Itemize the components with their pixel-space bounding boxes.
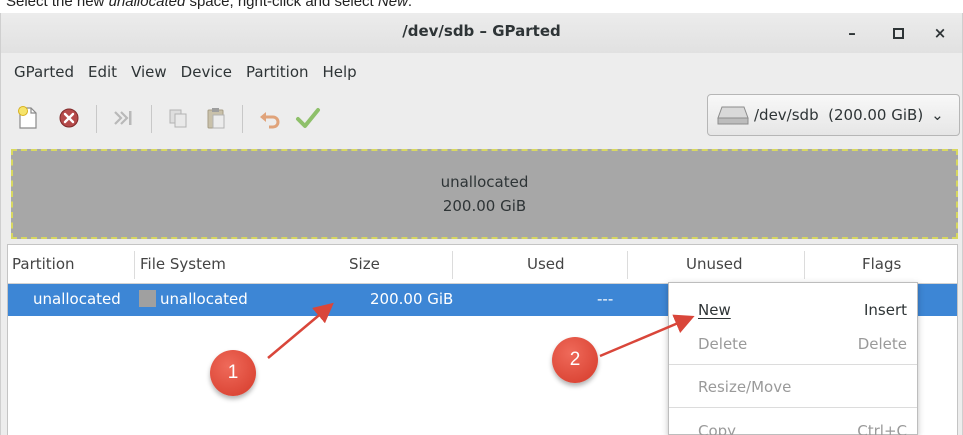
context-menu: New Insert Delete Delete Resize/Move Cop… — [668, 282, 918, 435]
callout-badge: 1 — [210, 350, 256, 396]
context-menu-item-resize-move[interactable]: Resize/Move — [669, 372, 917, 402]
column-header-file-system[interactable]: File System — [140, 255, 226, 273]
resize-move-button[interactable] — [107, 103, 137, 133]
delete-icon — [59, 108, 79, 128]
menu-item-label: Delete — [698, 335, 748, 353]
cell-size: 200.00 GiB — [370, 290, 454, 308]
resize-icon — [114, 111, 132, 125]
title-bar: /dev/sdb – GParted – × — [1, 13, 962, 53]
context-menu-item-new[interactable]: New Insert — [669, 295, 917, 325]
menu-item-shortcut: Insert — [863, 301, 907, 319]
toolbar-separator — [242, 105, 243, 133]
menu-item-shortcut: Ctrl+C — [857, 422, 907, 435]
chevron-down-icon: ⌄ — [931, 106, 944, 124]
column-header-unused[interactable]: Unused — [686, 255, 743, 273]
filesystem-color-swatch — [139, 290, 156, 307]
menu-separator — [669, 364, 917, 365]
column-separator — [452, 251, 453, 279]
menu-item-label: New — [698, 301, 731, 319]
disk-map-unallocated[interactable]: unallocated 200.00 GiB — [11, 149, 958, 239]
column-header-partition[interactable]: Partition — [12, 255, 75, 273]
disk-map-label: unallocated — [440, 173, 529, 191]
column-separator — [627, 251, 628, 279]
paste-button[interactable] — [201, 103, 231, 133]
new-icon — [18, 106, 37, 129]
device-selector[interactable]: /dev/sdb (200.00 GiB) ⌄ — [707, 94, 960, 136]
menu-item-shortcut: Delete — [857, 335, 907, 353]
menu-view[interactable]: View — [124, 57, 174, 87]
caption-emphasis: New — [377, 0, 408, 10]
callout-badge: 2 — [552, 337, 598, 383]
menu-device[interactable]: Device — [174, 57, 239, 87]
apply-button[interactable] — [293, 103, 323, 133]
partition-list-header: Partition File System Size Used Unused F… — [8, 245, 957, 284]
column-header-used[interactable]: Used — [527, 255, 565, 273]
menu-separator — [669, 407, 917, 408]
menu-help[interactable]: Help — [316, 57, 364, 87]
disk-map-size: 200.00 GiB — [442, 197, 527, 215]
menu-gparted[interactable]: GParted — [7, 57, 81, 87]
copy-icon — [169, 109, 187, 128]
window-title: /dev/sdb – GParted — [402, 22, 561, 40]
menu-edit[interactable]: Edit — [81, 57, 124, 87]
delete-button[interactable] — [54, 103, 84, 133]
undo-button[interactable] — [254, 103, 284, 133]
undo-icon — [260, 112, 280, 129]
device-selector-value: /dev/sdb (200.00 GiB) — [754, 106, 924, 124]
apply-icon — [296, 108, 320, 128]
cell-partition: unallocated — [33, 290, 121, 308]
caption-text: Select the new — [6, 0, 109, 10]
close-button[interactable]: × — [928, 22, 952, 44]
cell-file-system: unallocated — [139, 290, 248, 308]
column-header-flags[interactable]: Flags — [862, 255, 901, 273]
caption-text: . — [407, 0, 413, 10]
menu-bar: GParted Edit View Device Partition Help — [1, 53, 962, 91]
column-header-size[interactable]: Size — [349, 255, 380, 273]
menu-item-label: Copy — [698, 422, 737, 435]
column-separator — [804, 251, 805, 279]
caption-text: space, right-click and select — [185, 0, 378, 10]
maximize-icon — [892, 27, 904, 39]
instruction-caption: Select the new unallocated space, right-… — [6, 0, 412, 10]
toolbar-separator — [151, 105, 152, 133]
copy-button[interactable] — [163, 103, 193, 133]
context-menu-item-delete[interactable]: Delete Delete — [669, 329, 917, 359]
cell-file-system-label: unallocated — [160, 290, 248, 308]
menu-partition[interactable]: Partition — [239, 57, 316, 87]
minimize-button[interactable]: – — [840, 22, 864, 44]
menu-item-label: Resize/Move — [698, 378, 792, 396]
column-separator — [134, 251, 135, 279]
hard-disk-icon — [717, 106, 749, 125]
context-menu-item-copy[interactable]: Copy Ctrl+C — [669, 416, 917, 435]
caption-emphasis: unallocated — [108, 0, 186, 10]
paste-icon — [207, 108, 225, 129]
new-button[interactable] — [13, 103, 43, 133]
cell-used: --- — [597, 290, 614, 308]
toolbar-separator — [96, 105, 97, 133]
maximize-button[interactable] — [886, 22, 910, 44]
